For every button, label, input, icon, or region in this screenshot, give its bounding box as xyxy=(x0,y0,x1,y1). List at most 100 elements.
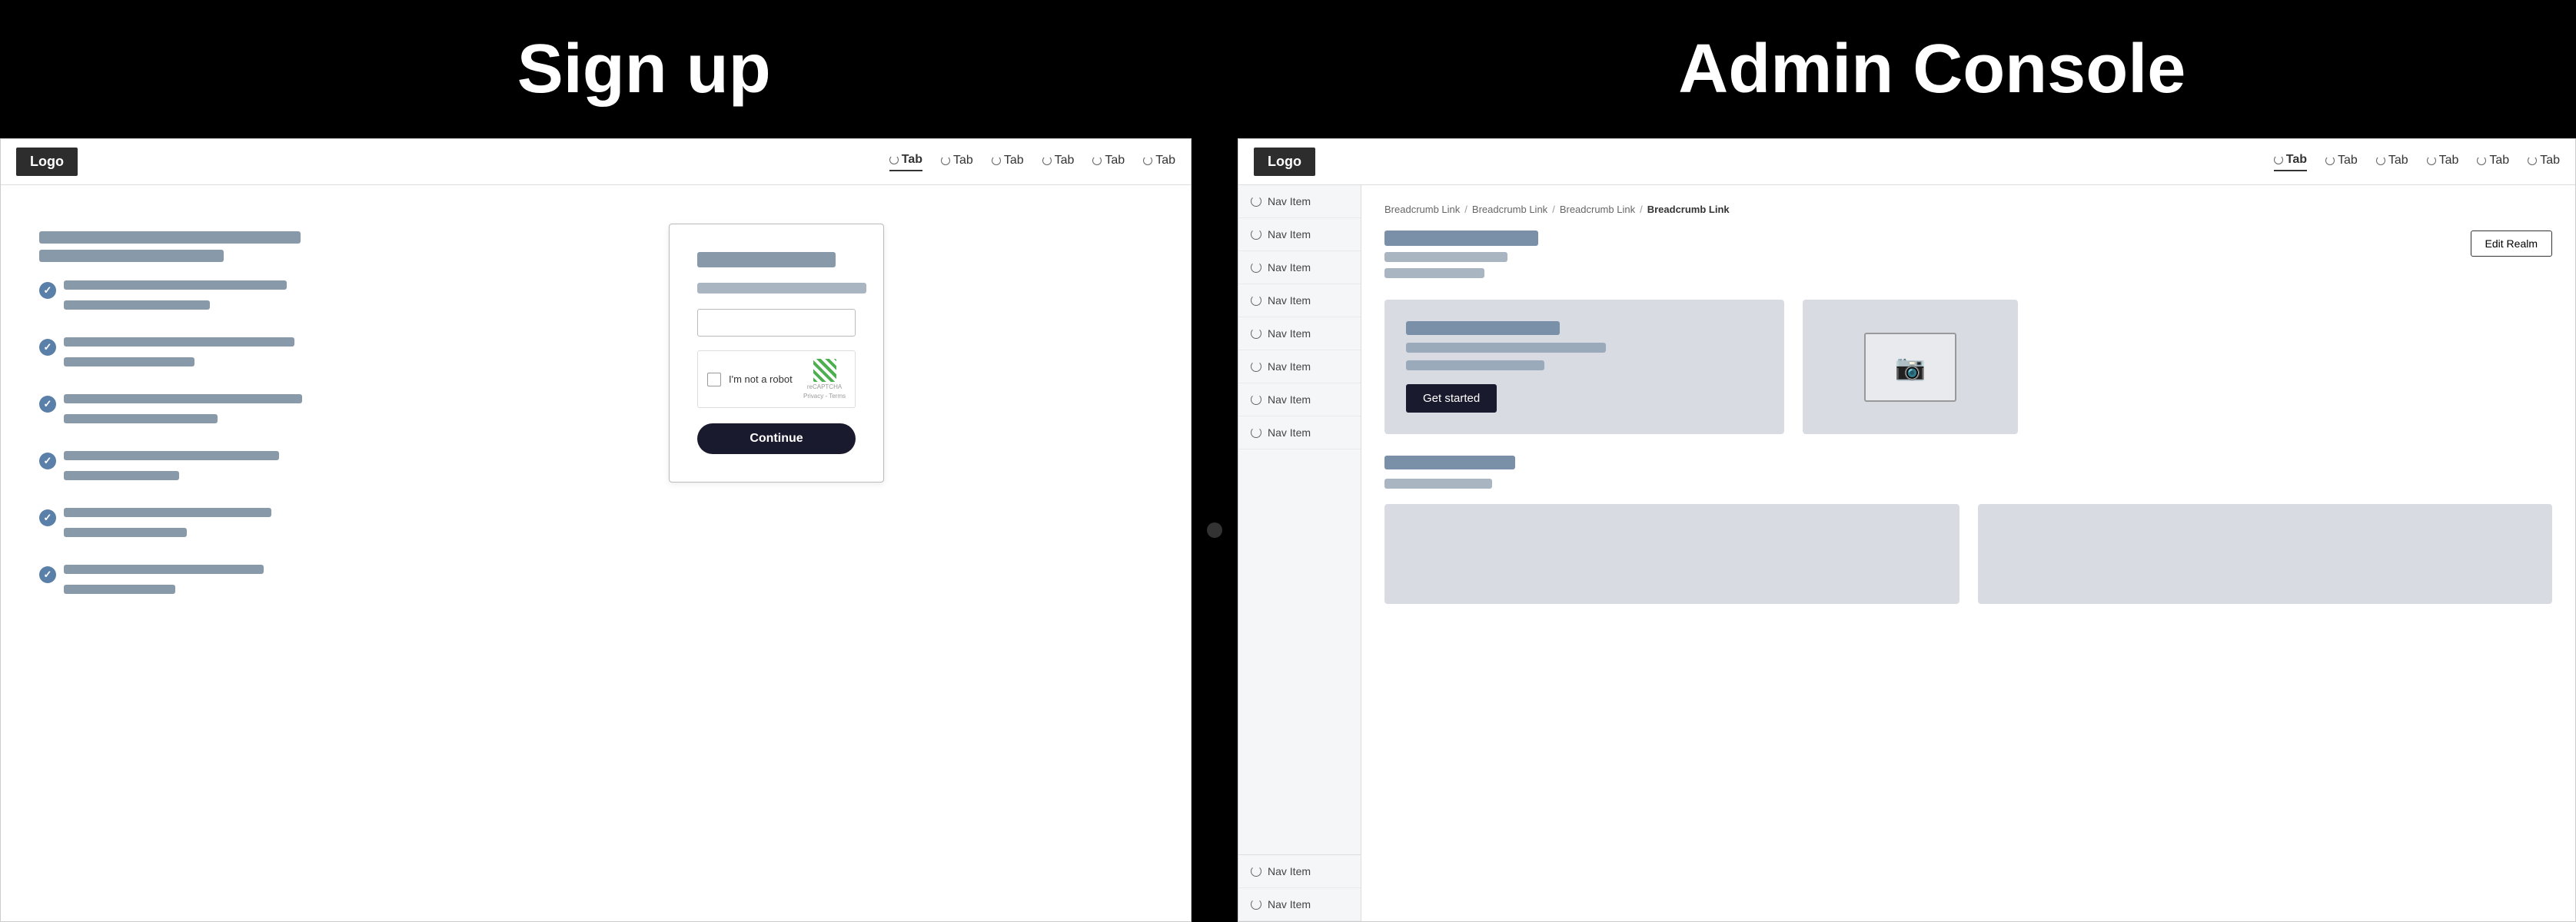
signup-tab-3[interactable]: Tab xyxy=(992,154,1024,171)
sidebar-item-4[interactable]: Nav Item xyxy=(1238,284,1361,317)
feature-bar-5b xyxy=(64,528,187,537)
admin-panel: Logo Tab Tab Tab Tab xyxy=(1238,138,2576,922)
signup-nav-tabs: Tab Tab Tab Tab Tab xyxy=(889,153,1175,171)
breadcrumb-link-2[interactable]: Breadcrumb Link xyxy=(1472,204,1547,215)
admin-content: Nav Item Nav Item Nav Item Nav Item xyxy=(1238,185,2575,921)
card-get-started: Get started xyxy=(1384,300,1784,434)
sidebar-item-6[interactable]: Nav Item xyxy=(1238,350,1361,383)
admin-main-content: Breadcrumb Link / Breadcrumb Link / Brea… xyxy=(1361,185,2575,921)
admin-tab-5[interactable]: Tab xyxy=(2477,154,2509,171)
sidebar-bottom-item-1[interactable]: Nav Item xyxy=(1238,855,1361,888)
card-desc-bar-1 xyxy=(1406,343,1606,353)
card-image-placeholder: 📷 xyxy=(1803,300,2018,434)
feature-item-5 xyxy=(39,508,362,543)
feature-bar-1b xyxy=(64,300,210,310)
feature-bar-3a xyxy=(64,394,302,403)
signup-navbar: Logo Tab Tab Tab Tab xyxy=(1,139,1191,185)
breadcrumb-link-4[interactable]: Breadcrumb Link xyxy=(1647,204,1730,215)
bottom-card-grid xyxy=(1384,504,2552,604)
tab-icon-4 xyxy=(1042,156,1052,165)
page-header-left xyxy=(1384,230,1538,278)
feature-text-4 xyxy=(64,451,279,486)
sidebar-icon-8 xyxy=(1251,427,1261,438)
admin-tab-1[interactable]: Tab xyxy=(2274,153,2307,171)
feature-item-3 xyxy=(39,394,362,429)
signup-headline-bar-1 xyxy=(39,231,301,244)
sidebar-bottom-item-2[interactable]: Nav Item xyxy=(1238,888,1361,921)
sidebar-nav-bottom: Nav Item Nav Item xyxy=(1238,854,1361,921)
sidebar-nav-top: Nav Item Nav Item Nav Item Nav Item xyxy=(1238,185,1361,854)
bottom-card-2 xyxy=(1978,504,2553,604)
sidebar-icon-1 xyxy=(1251,196,1261,207)
sidebar-item-5[interactable]: Nav Item xyxy=(1238,317,1361,350)
signup-logo-button[interactable]: Logo xyxy=(16,148,78,176)
sidebar-icon-2 xyxy=(1251,229,1261,240)
page-header: Edit Realm xyxy=(1384,230,2552,278)
image-placeholder: 📷 xyxy=(1864,333,1956,402)
check-icon-5 xyxy=(39,509,56,526)
signup-tab-5[interactable]: Tab xyxy=(1092,154,1125,171)
feature-list xyxy=(39,280,362,600)
signup-tab-6[interactable]: Tab xyxy=(1143,154,1175,171)
feature-item-6 xyxy=(39,565,362,600)
sidebar-item-2[interactable]: Nav Item xyxy=(1238,218,1361,251)
signup-email-input[interactable] xyxy=(697,309,856,337)
signup-form-card: I'm not a robot reCAPTCHA Privacy - Term… xyxy=(669,224,884,483)
feature-bar-2a xyxy=(64,337,294,347)
check-icon-1 xyxy=(39,282,56,299)
captcha-label: I'm not a robot xyxy=(729,373,793,385)
tab-icon-2 xyxy=(941,156,950,165)
signup-tab-2[interactable]: Tab xyxy=(941,154,973,171)
form-subtitle-placeholder xyxy=(697,283,866,294)
feature-bar-6a xyxy=(64,565,264,574)
signup-tab-4[interactable]: Tab xyxy=(1042,154,1075,171)
sidebar-item-1[interactable]: Nav Item xyxy=(1238,185,1361,218)
feature-item-2 xyxy=(39,337,362,373)
feature-bar-4b xyxy=(64,471,179,480)
check-icon-4 xyxy=(39,453,56,469)
recaptcha-logo-img xyxy=(813,359,836,382)
bottom-section xyxy=(1384,456,2552,604)
tab-icon-3 xyxy=(992,156,1001,165)
signup-form-container: I'm not a robot reCAPTCHA Privacy - Term… xyxy=(401,216,1152,890)
feature-text-2 xyxy=(64,337,294,373)
check-icon-6 xyxy=(39,566,56,583)
admin-tab-3[interactable]: Tab xyxy=(2376,154,2408,171)
admin-navbar: Logo Tab Tab Tab Tab xyxy=(1238,139,2575,185)
admin-tab-2[interactable]: Tab xyxy=(2325,154,2358,171)
sidebar-item-3[interactable]: Nav Item xyxy=(1238,251,1361,284)
signup-panel: Logo Tab Tab Tab Tab xyxy=(0,138,1192,922)
check-icon-2 xyxy=(39,339,56,356)
breadcrumb-sep-2: / xyxy=(1552,204,1555,215)
admin-tab-6[interactable]: Tab xyxy=(2528,154,2560,171)
admin-logo-button[interactable]: Logo xyxy=(1254,148,1315,176)
signup-tab-1[interactable]: Tab xyxy=(889,153,922,171)
breadcrumb-link-1[interactable]: Breadcrumb Link xyxy=(1384,204,1460,215)
page-title-bar xyxy=(1384,230,1538,246)
captcha-checkbox[interactable] xyxy=(707,373,721,386)
admin-tab-icon-4 xyxy=(2427,156,2436,165)
get-started-button[interactable]: Get started xyxy=(1406,384,1497,413)
feature-bar-4a xyxy=(64,451,279,460)
captcha-brand: reCAPTCHA xyxy=(807,383,842,391)
section-label-bar xyxy=(1384,456,1515,469)
feature-item-1 xyxy=(39,280,362,316)
edit-realm-button[interactable]: Edit Realm xyxy=(2471,230,2552,257)
admin-tab-4[interactable]: Tab xyxy=(2427,154,2459,171)
card-desc-bar-2 xyxy=(1406,360,1544,370)
admin-tab-icon-2 xyxy=(2325,156,2335,165)
admin-nav-tabs: Tab Tab Tab Tab Tab xyxy=(2274,153,2560,171)
sidebar-item-7[interactable]: Nav Item xyxy=(1238,383,1361,416)
card-title-bar xyxy=(1406,321,1560,335)
panel-divider xyxy=(1192,138,1238,922)
continue-button[interactable]: Continue xyxy=(697,423,856,454)
breadcrumb-link-3[interactable]: Breadcrumb Link xyxy=(1560,204,1635,215)
feature-bar-2b xyxy=(64,357,194,366)
sidebar-item-8[interactable]: Nav Item xyxy=(1238,416,1361,449)
tab-icon-5 xyxy=(1092,156,1102,165)
sidebar-icon-4 xyxy=(1251,295,1261,306)
page-subtitle-bar-1 xyxy=(1384,252,1507,262)
captcha-logo: reCAPTCHA Privacy - Terms xyxy=(803,359,846,400)
admin-sidebar: Nav Item Nav Item Nav Item Nav Item xyxy=(1238,185,1361,921)
admin-title: Admin Console xyxy=(1288,30,2576,109)
